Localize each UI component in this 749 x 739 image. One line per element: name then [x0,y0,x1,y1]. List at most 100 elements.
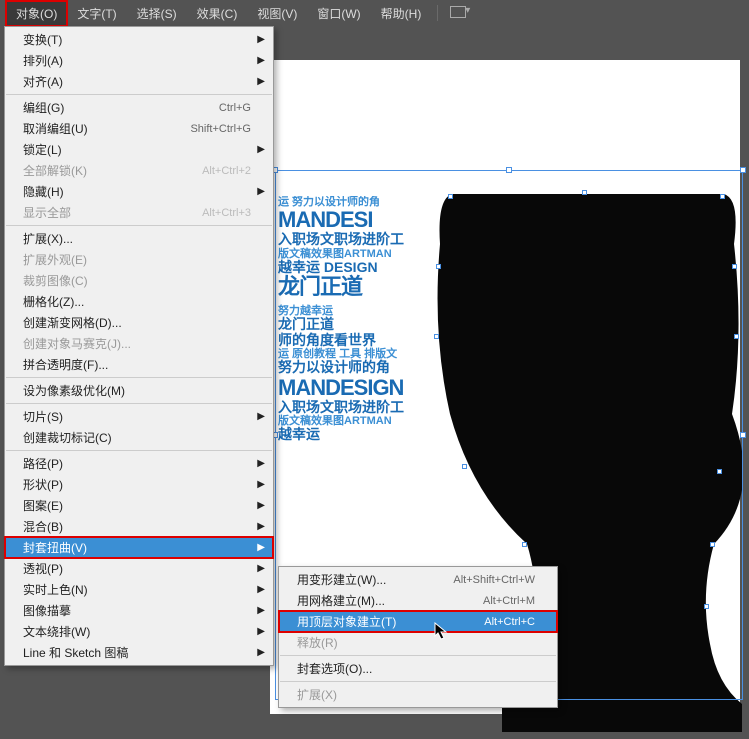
menu-item-label: 隐藏(H) [23,183,64,200]
submenu-arrow-icon: ▶ [257,55,265,66]
menu-item-label: 创建裁切标记(C) [23,429,112,446]
menu-separator [6,94,272,95]
object-menu-item-11[interactable]: 扩展(X)... [5,228,273,249]
submenu-arrow-icon: ▶ [257,584,265,595]
object-menu-item-33[interactable]: Line 和 Sketch 图稿▶ [5,642,273,663]
menu-help[interactable]: 帮助(H) [371,1,432,26]
object-menu-item-19[interactable]: 设为像素级优化(M) [5,380,273,401]
menu-item-label: 实时上色(N) [23,581,88,598]
menu-item-label: 栅格化(Z)... [23,293,84,310]
menu-view[interactable]: 视图(V) [247,1,307,26]
submenu-arrow-icon: ▶ [257,34,265,45]
menu-item-label: 图案(E) [23,497,63,514]
menu-item-label: 封套选项(O)... [297,660,372,677]
submenu-arrow-icon: ▶ [257,411,265,422]
object-menu-item-24[interactable]: 路径(P) ▶ [5,453,273,474]
menu-select[interactable]: 选择(S) [127,1,187,26]
menu-item-shortcut: Shift+Ctrl+G [190,123,251,135]
submenu-arrow-icon: ▶ [257,458,265,469]
object-menu-item-21[interactable]: 切片(S) ▶ [5,406,273,427]
object-menu-item-32[interactable]: 文本绕排(W)▶ [5,621,273,642]
object-menu-item-9: 显示全部 Alt+Ctrl+3 [5,202,273,223]
menu-item-label: 全部解锁(K) [23,162,87,179]
menu-item-label: 形状(P) [23,476,63,493]
menu-item-label: 透视(P) [23,560,63,577]
object-menu-item-15[interactable]: 创建渐变网格(D)... [5,312,273,333]
menu-item-label: 创建对象马赛克(J)... [23,335,131,352]
object-menu-item-31[interactable]: 图像描摹 ▶ [5,600,273,621]
menu-item-label: 图像描摹 [23,602,71,619]
submenu-arrow-icon: ▶ [257,605,265,616]
envelope-submenu-item-2[interactable]: 用顶层对象建立(T) Alt+Ctrl+C [279,611,557,632]
object-menu-item-1[interactable]: 排列(A) ▶ [5,50,273,71]
menu-item-label: 扩展外观(E) [23,251,87,268]
envelope-submenu-item-0[interactable]: 用变形建立(W)...Alt+Shift+Ctrl+W [279,569,557,590]
object-menu-item-14[interactable]: 栅格化(Z)... [5,291,273,312]
menu-item-label: 变换(T) [23,31,62,48]
object-menu-item-26[interactable]: 图案(E) ▶ [5,495,273,516]
menu-type[interactable]: 文字(T) [67,1,126,26]
object-menu-item-17[interactable]: 拼合透明度(F)... [5,354,273,375]
object-menu-item-7: 全部解锁(K)Alt+Ctrl+2 [5,160,273,181]
menu-item-label: 拼合透明度(F)... [23,356,108,373]
menu-separator [6,377,272,378]
submenu-arrow-icon: ▶ [257,479,265,490]
menu-item-label: 扩展(X)... [23,230,73,247]
menu-item-label: 设为像素级优化(M) [23,382,125,399]
workspace-switcher-icon[interactable] [450,6,468,20]
menu-item-label: 用网格建立(M)... [297,592,385,609]
submenu-arrow-icon: ▶ [257,186,265,197]
menu-separator [280,655,556,656]
object-menu-item-5[interactable]: 取消编组(U) Shift+Ctrl+G [5,118,273,139]
menu-item-label: 对齐(A) [23,73,63,90]
menu-separator [6,450,272,451]
object-menu-item-6[interactable]: 锁定(L)▶ [5,139,273,160]
object-menu-item-30[interactable]: 实时上色(N) ▶ [5,579,273,600]
menu-effect[interactable]: 效果(C) [187,1,248,26]
menu-item-label: 切片(S) [23,408,63,425]
menu-separator [6,403,272,404]
menu-item-label: 释放(R) [297,634,338,651]
object-menu-item-8[interactable]: 隐藏(H) ▶ [5,181,273,202]
menubar: 对象(O) 文字(T) 选择(S) 效果(C) 视图(V) 窗口(W) 帮助(H… [0,0,749,26]
menu-item-label: 裁剪图像(C) [23,272,88,289]
submenu-arrow-icon: ▶ [257,76,265,87]
menu-item-shortcut: Alt+Ctrl+M [483,595,535,607]
menu-item-label: 创建渐变网格(D)... [23,314,122,331]
menu-item-shortcut: Alt+Shift+Ctrl+W [453,574,535,586]
object-menu-item-0[interactable]: 变换(T) ▶ [5,29,273,50]
menu-separator [280,681,556,682]
menu-item-shortcut: Alt+Ctrl+3 [202,207,251,219]
object-menu-item-12: 扩展外观(E) [5,249,273,270]
object-menu-item-13: 裁剪图像(C) [5,270,273,291]
submenu-arrow-icon: ▶ [257,500,265,511]
object-menu-item-16: 创建对象马赛克(J)... [5,333,273,354]
menu-item-label: 显示全部 [23,204,71,221]
envelope-submenu-item-3: 释放(R) [279,632,557,653]
menu-item-shortcut: Alt+Ctrl+C [484,616,535,628]
submenu-arrow-icon: ▶ [257,542,265,553]
menu-item-label: 排列(A) [23,52,63,69]
menu-item-label: 文本绕排(W) [23,623,90,640]
envelope-submenu-item-5[interactable]: 封套选项(O)... [279,658,557,679]
menu-window[interactable]: 窗口(W) [307,1,370,26]
object-menu-item-22[interactable]: 创建裁切标记(C) [5,427,273,448]
object-menu-item-4[interactable]: 编组(G)Ctrl+G [5,97,273,118]
menu-item-label: 扩展(X) [297,686,337,703]
object-menu-item-29[interactable]: 透视(P)▶ [5,558,273,579]
menu-item-label: Line 和 Sketch 图稿 [23,644,128,661]
menu-separator [6,225,272,226]
object-menu-item-25[interactable]: 形状(P) ▶ [5,474,273,495]
menu-object[interactable]: 对象(O) [6,1,67,26]
object-menu-item-2[interactable]: 对齐(A) ▶ [5,71,273,92]
divider [437,5,438,21]
object-menu-item-28[interactable]: 封套扭曲(V) ▶ [5,537,273,558]
menu-item-label: 封套扭曲(V) [23,539,87,556]
menu-item-label: 路径(P) [23,455,63,472]
menu-item-label: 取消编组(U) [23,120,88,137]
menu-item-label: 用顶层对象建立(T) [297,613,396,630]
envelope-submenu-item-1[interactable]: 用网格建立(M)... Alt+Ctrl+M [279,590,557,611]
menu-item-label: 锁定(L) [23,141,62,158]
envelope-distort-submenu: 用变形建立(W)...Alt+Shift+Ctrl+W 用网格建立(M)... Al… [278,566,558,708]
object-menu-item-27[interactable]: 混合(B)▶ [5,516,273,537]
